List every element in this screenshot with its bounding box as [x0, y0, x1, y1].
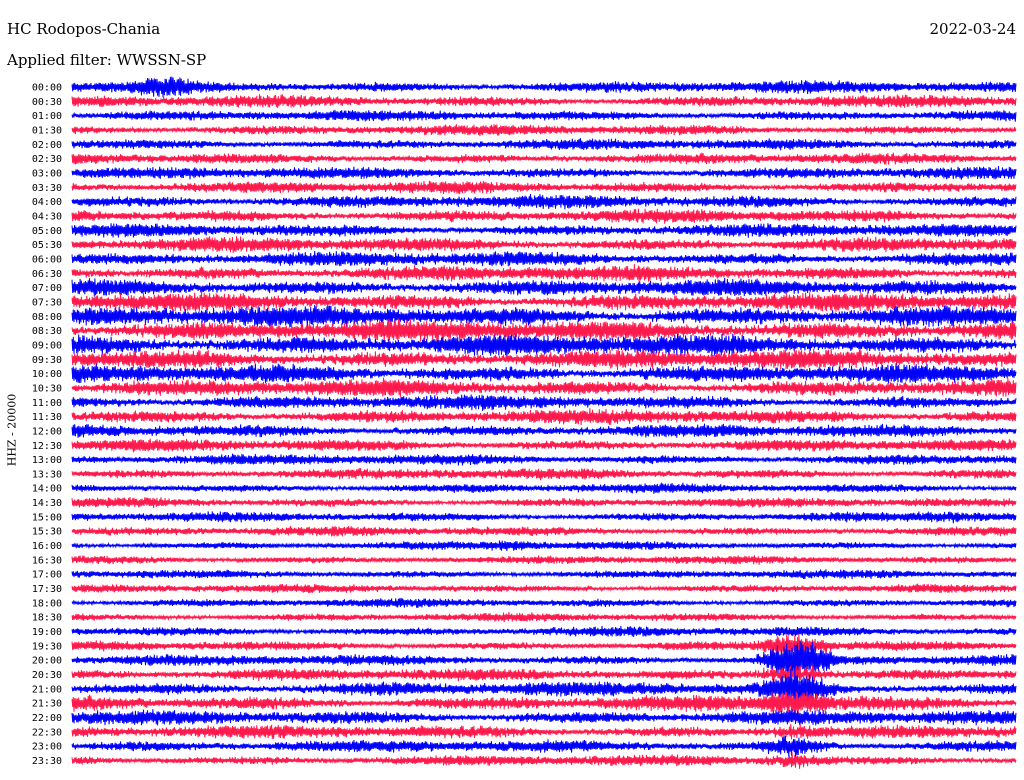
row-time-label: 23:00 [32, 742, 62, 753]
seismic-trace-0930 [71, 348, 1017, 371]
seismic-trace-0800 [71, 304, 1017, 328]
seismic-trace-2230 [71, 723, 1017, 740]
row-time-label: 09:30 [32, 355, 62, 366]
row-time-label: 07:30 [32, 297, 62, 308]
seismic-trace-2130 [71, 691, 1017, 717]
seismic-trace-0400 [71, 193, 1017, 210]
row-time-label: 04:00 [32, 197, 62, 208]
row-time-label: 04:30 [32, 211, 62, 222]
seismic-trace-2330 [71, 752, 1017, 769]
seismic-trace-1730 [71, 583, 1017, 594]
seismic-trace-1230 [71, 438, 1017, 453]
seismic-trace-0630 [71, 264, 1017, 282]
row-time-label: 20:00 [32, 656, 62, 667]
row-time-label: 17:00 [32, 570, 62, 581]
row-time-label: 12:30 [32, 441, 62, 452]
row-time-label: 12:00 [32, 426, 62, 437]
row-time-label: 06:30 [32, 269, 62, 280]
seismic-trace-2300 [71, 735, 1017, 758]
row-time-label: 01:30 [32, 125, 62, 136]
row-time-label: 18:00 [32, 598, 62, 609]
seismic-trace-0430 [71, 208, 1017, 224]
seismic-trace-0530 [71, 236, 1017, 254]
row-time-label: 23:30 [32, 756, 62, 767]
seismic-trace-1830 [71, 611, 1017, 623]
seismic-trace-0200 [71, 138, 1017, 151]
channel-label: HHZ - 20000 [5, 393, 19, 467]
seismic-trace-1030 [71, 377, 1017, 397]
seismic-trace-1400 [71, 482, 1017, 494]
row-time-label: 22:30 [32, 727, 62, 738]
seismic-trace-1000 [71, 363, 1017, 384]
row-time-label: 17:30 [32, 584, 62, 595]
seismic-trace-1100 [71, 394, 1017, 411]
row-time-label: 13:00 [32, 455, 62, 466]
row-time-label: 00:30 [32, 97, 62, 108]
row-time-label: 21:30 [32, 699, 62, 710]
seismic-trace-1200 [71, 423, 1017, 438]
seismic-trace-1930 [71, 634, 1017, 656]
row-time-label: 08:00 [32, 312, 62, 323]
row-time-label: 02:00 [32, 140, 62, 151]
row-time-label: 05:00 [32, 226, 62, 237]
row-time-label: 15:30 [32, 527, 62, 538]
seismic-trace-1530 [71, 525, 1017, 537]
seismic-trace-2200 [71, 709, 1017, 726]
row-time-label: 08:30 [32, 326, 62, 337]
row-time-label: 13:30 [32, 469, 62, 480]
row-time-label: 05:30 [32, 240, 62, 251]
row-time-label: 11:00 [32, 398, 62, 409]
seismic-trace-2030 [71, 665, 1017, 683]
row-time-label: 01:00 [32, 111, 62, 122]
seismic-trace-0700 [71, 277, 1017, 297]
seismic-trace-1300 [71, 453, 1017, 466]
seismic-trace-1430 [71, 496, 1017, 509]
channel-label-box: HHZ - 20000 [0, 380, 24, 480]
record-date: 2022-03-24 [929, 20, 1016, 38]
row-time-label: 09:00 [32, 340, 62, 351]
seismic-trace-0130 [71, 124, 1017, 137]
row-time-label: 19:30 [32, 641, 62, 652]
seismic-trace-1900 [71, 625, 1017, 637]
row-time-label: 14:30 [32, 498, 62, 509]
seismic-trace-0600 [71, 250, 1017, 267]
seismic-trace-0100 [71, 109, 1017, 122]
row-time-label: 00:00 [32, 83, 62, 94]
helicorder-plot: 00:00 00:30 01:00 01:30 02:00 02:30 03:00 03:30… [32, 76, 1017, 769]
seismic-trace-1800 [71, 597, 1017, 608]
seismic-trace-0000 [71, 76, 1017, 98]
seismic-trace-0230 [71, 152, 1017, 165]
seismic-trace-1500 [71, 511, 1017, 524]
row-time-label: 03:30 [32, 183, 62, 194]
row-time-label: 10:00 [32, 369, 62, 380]
row-time-label: 10:30 [32, 383, 62, 394]
row-time-label: 06:00 [32, 254, 62, 265]
seismic-trace-1630 [71, 555, 1017, 565]
seismic-trace-0500 [71, 223, 1017, 238]
row-time-label: 16:30 [32, 555, 62, 566]
row-time-label: 18:30 [32, 613, 62, 624]
station-name: HC Rodopos-Chania [7, 20, 161, 38]
row-time-label: 07:00 [32, 283, 62, 294]
seismic-trace-1130 [71, 408, 1017, 426]
row-time-label: 02:30 [32, 154, 62, 165]
row-time-label: 22:00 [32, 713, 62, 724]
applied-filter: Applied filter: WWSSN-SP [7, 51, 207, 69]
row-time-label: 20:30 [32, 670, 62, 681]
seismic-trace-0300 [71, 165, 1017, 180]
seismic-trace-1600 [71, 540, 1017, 552]
row-time-label: 14:00 [32, 484, 62, 495]
seismic-trace-1700 [71, 569, 1017, 580]
row-time-label: 21:00 [32, 684, 62, 695]
row-time-label: 16:00 [32, 541, 62, 552]
row-time-label: 03:00 [32, 168, 62, 179]
seismic-trace-0030 [71, 94, 1017, 108]
row-time-label: 19:00 [32, 627, 62, 638]
row-time-label: 11:30 [32, 412, 62, 423]
seismic-trace-1330 [71, 467, 1017, 481]
row-time-label: 15:00 [32, 512, 62, 523]
seismic-trace-0330 [71, 180, 1017, 195]
